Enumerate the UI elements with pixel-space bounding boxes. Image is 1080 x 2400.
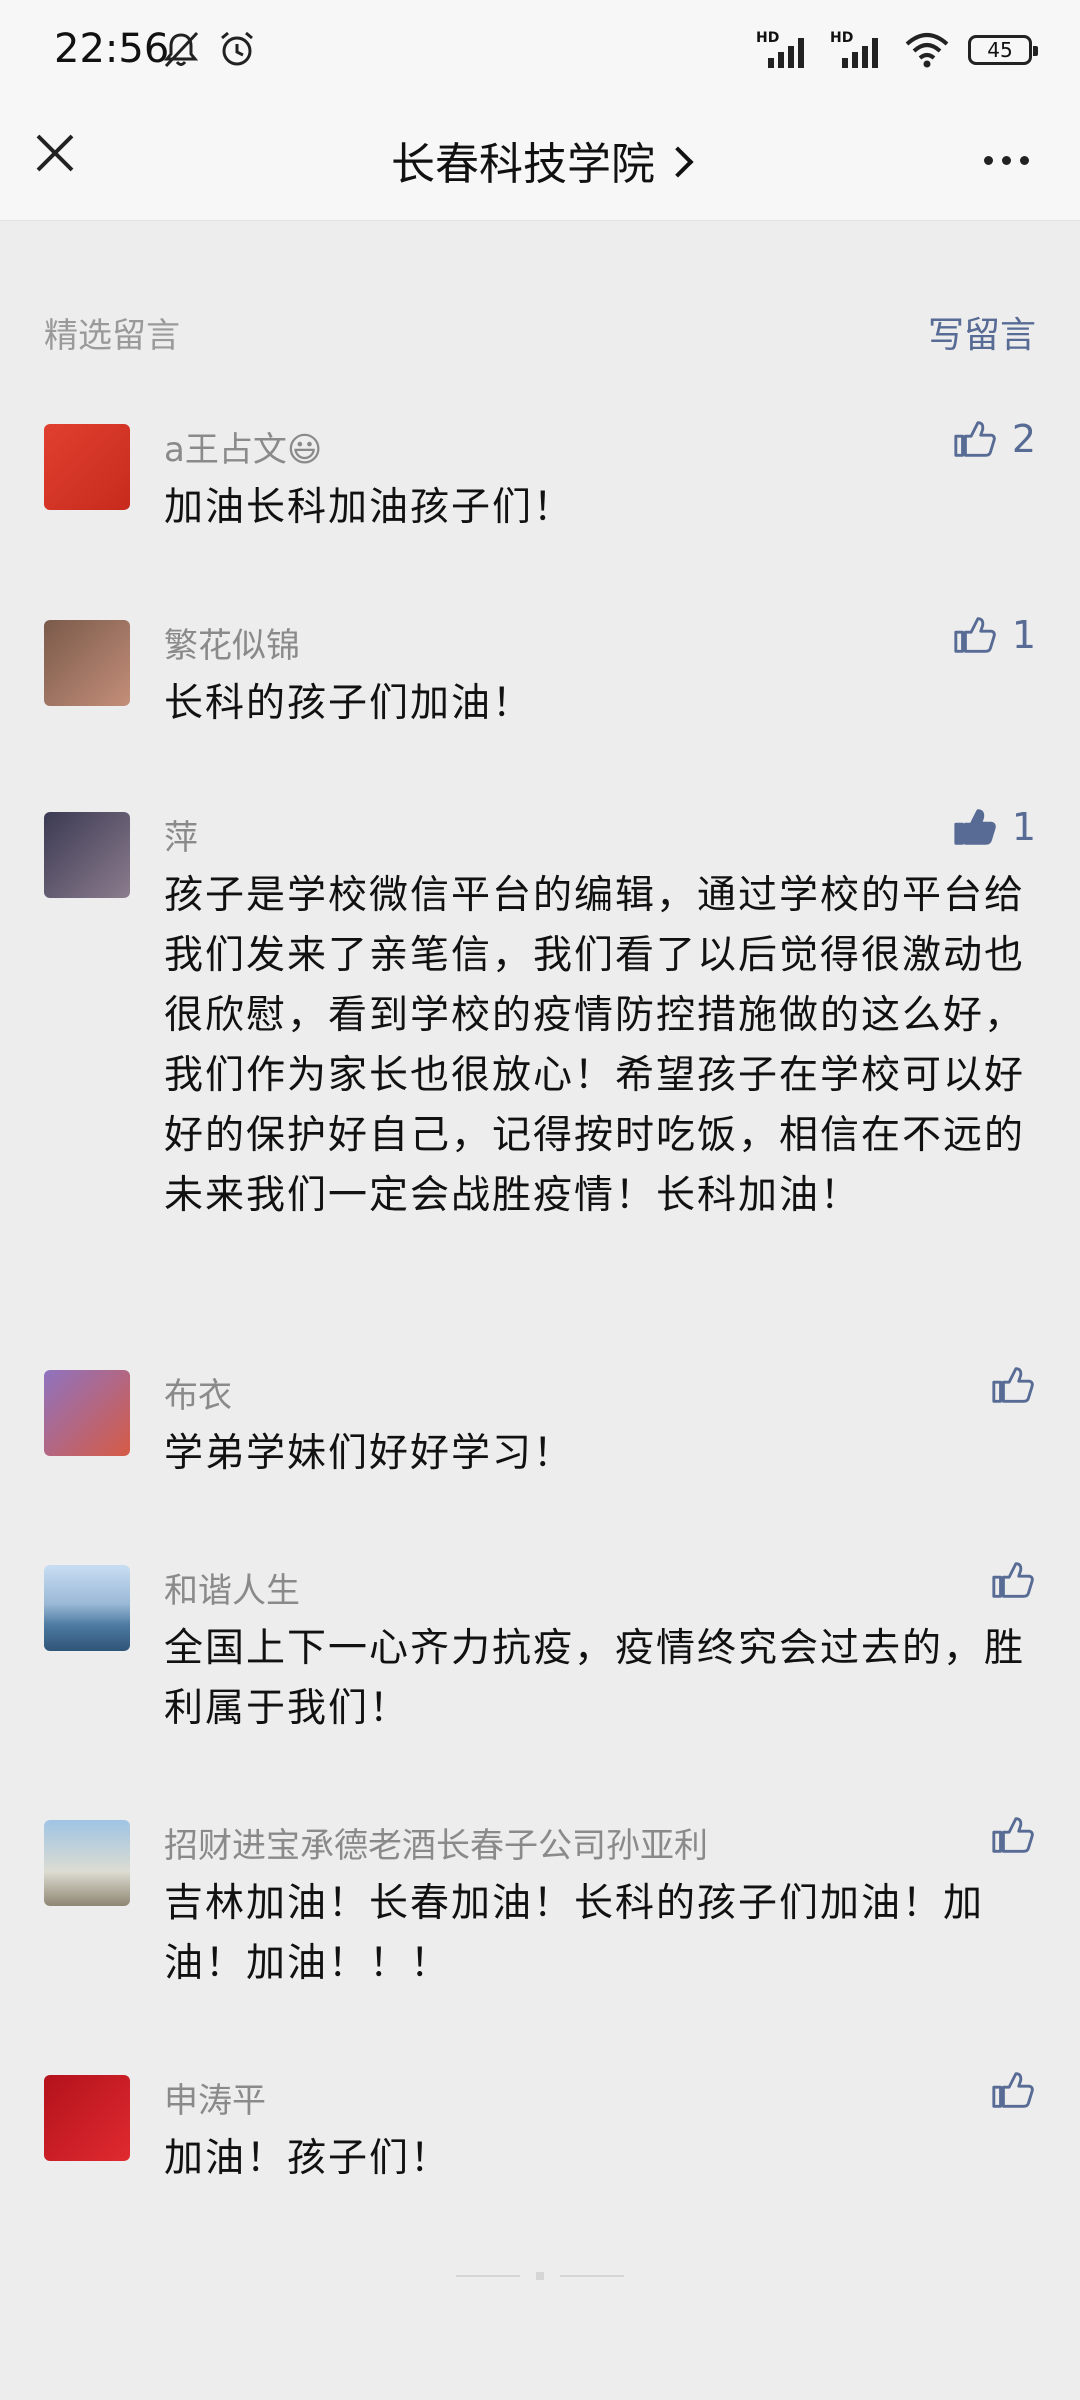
- comment-text: 全国上下一心齐力抗疫，疫情终究会过去的，胜利属于我们！: [164, 1626, 1026, 1731]
- like-button[interactable]: [990, 1362, 1036, 1408]
- avatar[interactable]: [44, 1370, 130, 1456]
- thumbs-up-icon: [954, 809, 996, 845]
- account-title-text: 长春科技学院: [391, 139, 655, 190]
- avatar[interactable]: [44, 1820, 130, 1906]
- comment-text: 加油长科加油孩子们！: [164, 485, 575, 530]
- avatar[interactable]: [44, 620, 130, 706]
- commenter-name: 繁花似锦: [164, 626, 300, 666]
- commenter-name: 招财进宝承德老酒长春子公司孙亚利: [164, 1826, 708, 1866]
- avatar[interactable]: [44, 2075, 130, 2161]
- commenter-name: 布衣: [164, 1376, 232, 1416]
- thumbs-up-icon: [954, 421, 996, 457]
- thumbs-up-icon: [992, 1562, 1034, 1598]
- like-count: 1: [1011, 805, 1036, 849]
- commenter-name: 申涛平: [164, 2081, 266, 2121]
- like-button[interactable]: 1: [952, 612, 1036, 658]
- commenter-name: 萍: [164, 818, 198, 858]
- comment-text: 长科的孩子们加油！: [164, 681, 534, 726]
- wifi-icon: [905, 33, 949, 68]
- avatar[interactable]: [44, 1565, 130, 1651]
- comments-header: 精选留言 写留言: [44, 304, 1036, 356]
- comment-text: 学弟学妹们好好学习！: [164, 1431, 575, 1476]
- like-button[interactable]: [990, 2067, 1036, 2113]
- like-button[interactable]: 1: [952, 804, 1036, 850]
- commenter-name: a王占文😃: [164, 430, 323, 470]
- account-title[interactable]: 长春科技学院: [0, 128, 1080, 192]
- status-time: 22:56: [54, 26, 170, 72]
- signal-hd-icon: HD: [830, 30, 886, 70]
- comment-text: 加油！孩子们！: [164, 2136, 452, 2181]
- like-button[interactable]: [990, 1812, 1036, 1858]
- avatar[interactable]: [44, 424, 130, 510]
- thumbs-up-icon: [992, 1367, 1034, 1403]
- like-count: 2: [1011, 417, 1036, 461]
- comment-text: 吉林加油！长春加油！长科的孩子们加油！加油！加油！！！: [164, 1881, 985, 1986]
- mute-icon: [163, 31, 199, 68]
- comment-text: 孩子是学校微信平台的编辑，通过学校的平台给我们发来了亲笔信，我们看了以后觉得很激…: [164, 873, 1026, 1218]
- like-button[interactable]: 2: [952, 416, 1036, 462]
- status-bar: 22:56 HD HD 45: [0, 0, 1080, 100]
- battery-icon: 45: [968, 35, 1038, 65]
- commenter-name: 和谐人生: [164, 1571, 300, 1611]
- write-comment-button[interactable]: 写留言: [928, 306, 1036, 358]
- chevron-right-icon: [662, 146, 694, 178]
- thumbs-up-icon: [992, 1817, 1034, 1853]
- like-count: 1: [1011, 613, 1036, 657]
- alarm-icon: [221, 31, 253, 66]
- more-icon[interactable]: [984, 140, 1044, 180]
- navigation-bar: 长春科技学院: [0, 100, 1080, 221]
- like-button[interactable]: [990, 1557, 1036, 1603]
- signal-hd-icon: HD: [756, 30, 812, 70]
- featured-comments-label: 精选留言: [44, 316, 180, 356]
- thumbs-up-icon: [954, 617, 996, 653]
- page-indicator: [0, 2272, 1080, 2280]
- avatar[interactable]: [44, 812, 130, 898]
- thumbs-up-icon: [992, 2072, 1034, 2108]
